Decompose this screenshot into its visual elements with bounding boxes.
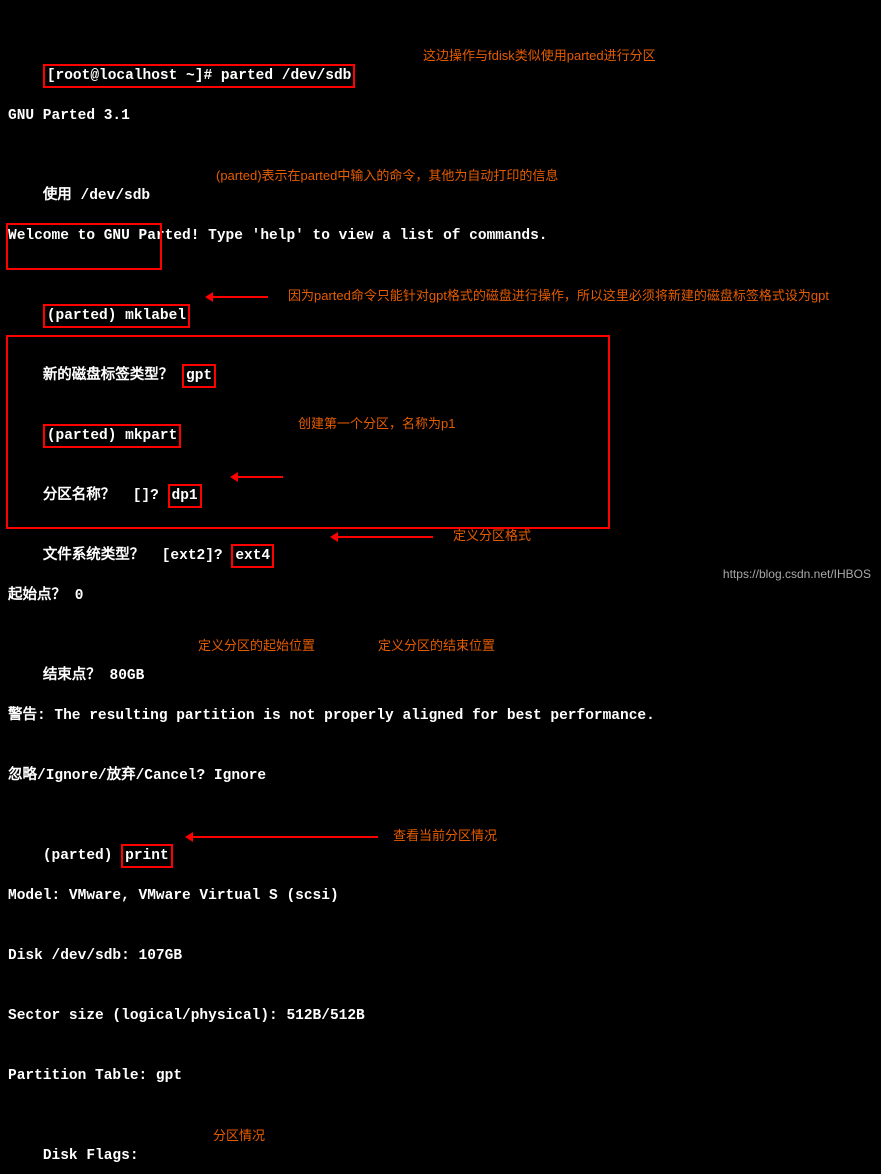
annot-parted-cmd: (parted)表示在parted中输入的命令，其他为自动打印的信息 (216, 166, 558, 186)
dp1-box: dp1 (168, 484, 202, 508)
arrow-icon (233, 476, 283, 478)
annot-create-p1: 创建第一个分区，名称为p1 (298, 414, 455, 434)
print-cmd: print (125, 848, 169, 864)
welcome-msg: Welcome to GNU Parted! Type 'help' to vi… (8, 228, 548, 244)
ptable-line: Partition Table: gpt (8, 1068, 182, 1084)
watermark: https://blog.csdn.net/IHBOS (723, 567, 871, 581)
gpt-box: gpt (182, 364, 216, 388)
mkpart-cmd: (parted) mkpart (47, 428, 178, 444)
ext4-val: ext4 (235, 548, 270, 564)
arrow-icon (188, 836, 378, 838)
model-line: Model: VMware, VMware Virtual S (scsi) (8, 888, 339, 904)
cmd-parted: parted /dev/sdb (221, 68, 352, 84)
disk-line: Disk /dev/sdb: 107GB (8, 948, 182, 964)
annot-fs-format: 定义分区格式 (453, 526, 531, 546)
annot-end-pos: 定义分区的结束位置 (378, 636, 495, 656)
label-type-q: 新的磁盘标签类型？ (43, 368, 182, 384)
annot-fdisk: 这边操作与fdisk类似使用parted进行分区 (423, 46, 656, 66)
arrow-icon (333, 536, 433, 538)
ignore-cancel: 忽略/Ignore/放弃/Cancel? Ignore (8, 768, 266, 784)
warning-align: 警告: The resulting partition is not prope… (8, 708, 655, 724)
end-point: 结束点？ 80GB (43, 668, 145, 684)
start-point: 起始点？ 0 (8, 588, 83, 604)
mklabel-box: (parted) mklabel (43, 304, 190, 328)
diskflags-line: Disk Flags: (43, 1148, 139, 1164)
annot-part-status: 分区情况 (213, 1126, 265, 1146)
print-box: print (121, 844, 173, 868)
part-name-q: 分区名称？ []? (43, 488, 168, 504)
fs-type-q: 文件系统类型？ [ext2]? (43, 548, 232, 564)
parted-prompt: (parted) (43, 848, 121, 864)
mkpart-box: (parted) mkpart (43, 424, 182, 448)
using-dev: 使用 /dev/sdb (43, 188, 150, 204)
annot-view-part: 查看当前分区情况 (393, 826, 497, 846)
annot-gpt-reason: 因为parted命令只能针对gpt格式的磁盘进行操作，所以这里必须将新建的磁盘标… (288, 286, 829, 306)
gnu-parted-ver: GNU Parted 3.1 (8, 108, 130, 124)
prompt: [root@localhost ~]# (47, 68, 221, 84)
mklabel-cmd: (parted) mklabel (47, 308, 186, 324)
terminal-output: [root@localhost ~]# parted /dev/sdb 这边操作… (0, 0, 881, 1174)
prompt-box: [root@localhost ~]# parted /dev/sdb (43, 64, 356, 88)
ext4-box: ext4 (231, 544, 274, 568)
sector-line: Sector size (logical/physical): 512B/512… (8, 1008, 365, 1024)
arrow-icon (208, 296, 268, 298)
annot-start-pos: 定义分区的起始位置 (198, 636, 315, 656)
dp1-val: dp1 (172, 488, 198, 504)
gpt-val: gpt (186, 368, 212, 384)
